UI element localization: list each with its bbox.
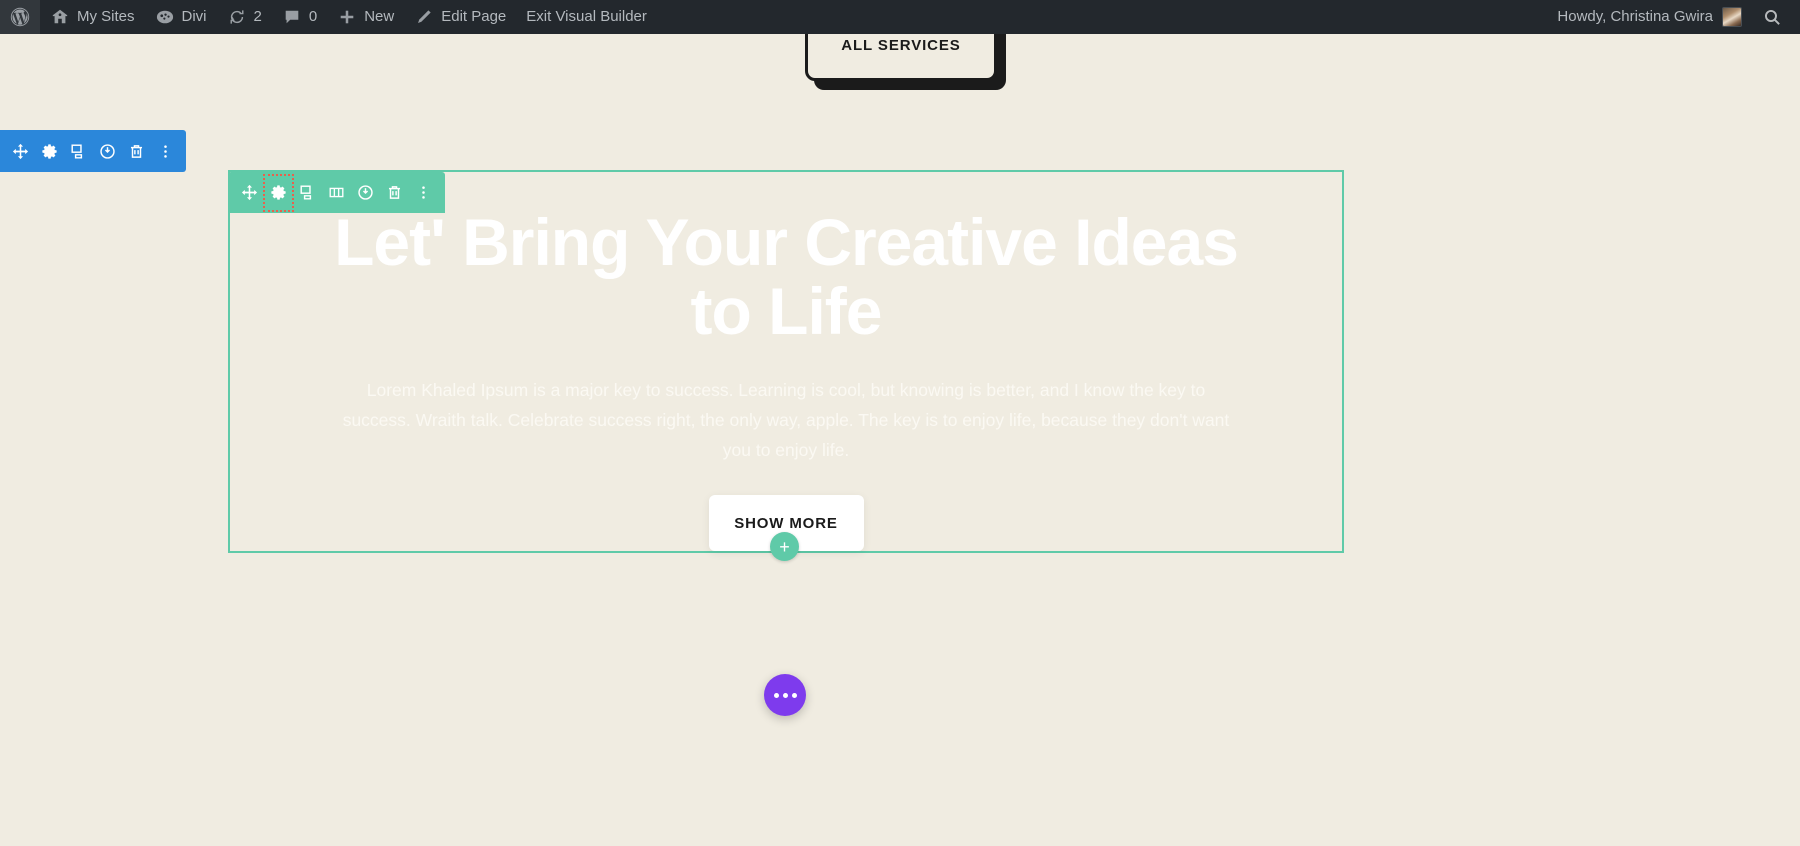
delete-row-button[interactable] <box>380 172 409 213</box>
builder-menu-button[interactable] <box>764 674 806 716</box>
ellipsis-icon-dot-3 <box>791 692 797 698</box>
adminbar-comments[interactable]: 0 <box>272 0 327 34</box>
adminbar-edit-page-label: Edit Page <box>441 8 507 25</box>
adminbar-my-account[interactable]: Howdy, Christina Gwira <box>1547 0 1752 34</box>
comment-icon <box>282 7 302 27</box>
duplicate-row-button[interactable] <box>293 172 322 213</box>
divi-icon <box>155 7 175 27</box>
adminbar-my-sites-label: My Sites <box>77 8 135 25</box>
adminbar-new-content[interactable]: New <box>327 0 404 34</box>
adminbar-my-sites[interactable]: My Sites <box>40 0 145 34</box>
adminbar-updates[interactable]: 2 <box>217 0 272 34</box>
visual-builder-canvas: ALL SERVICES Let' Bring Your Creative Id… <box>0 34 1800 846</box>
all-services-button[interactable]: ALL SERVICES <box>805 34 997 81</box>
all-services-module: ALL SERVICES <box>805 34 1005 81</box>
all-services-button-label: ALL SERVICES <box>841 36 961 54</box>
row-columns-button[interactable] <box>322 172 351 213</box>
wordpress-icon <box>10 7 30 27</box>
adminbar-comments-count: 0 <box>308 8 318 25</box>
ellipsis-icon-dot-1 <box>773 692 779 698</box>
wordpress-admin-bar: My Sites Divi 2 0 New Edit Page Exit Vis… <box>0 0 1800 34</box>
adminbar-search-button[interactable] <box>1752 0 1792 34</box>
section-settings-button[interactable] <box>35 131 64 172</box>
adminbar-new-label: New <box>364 8 395 25</box>
section-more-options-button[interactable] <box>151 131 180 172</box>
hero-subtitle: Lorem Khaled Ipsum is a major key to suc… <box>342 379 1230 461</box>
search-icon <box>1762 7 1782 27</box>
adminbar-exit-visual-builder-label: Exit Visual Builder <box>526 8 647 25</box>
row-more-options-button[interactable] <box>409 172 438 213</box>
adminbar-howdy-label: Howdy, Christina Gwira <box>1557 8 1713 25</box>
ellipsis-icon-dot-2 <box>782 692 788 698</box>
disable-row-button[interactable] <box>351 172 380 213</box>
add-row-plus-icon: + <box>779 536 790 557</box>
adminbar-edit-page[interactable]: Edit Page <box>404 0 516 34</box>
disable-section-button[interactable] <box>93 131 122 172</box>
adminbar-divi[interactable]: Divi <box>145 0 217 34</box>
section-toolbar <box>0 130 186 172</box>
move-section-handle[interactable] <box>6 131 35 172</box>
update-icon <box>227 7 247 27</box>
delete-section-button[interactable] <box>122 131 151 172</box>
row-settings-button[interactable] <box>263 173 294 212</box>
adminbar-right-group: Howdy, Christina Gwira <box>1547 0 1792 34</box>
adminbar-exit-visual-builder[interactable]: Exit Visual Builder <box>516 0 657 34</box>
pencil-icon <box>414 7 434 27</box>
row-toolbar <box>228 172 445 213</box>
duplicate-section-button[interactable] <box>64 131 93 172</box>
builder-row-outline[interactable]: Let' Bring Your Creative Ideas to Life L… <box>228 170 1344 553</box>
adminbar-updates-count: 2 <box>253 8 262 25</box>
page-title: Let' Bring Your Creative Ideas to Life <box>334 205 1239 349</box>
hero-content: Let' Bring Your Creative Ideas to Life L… <box>230 172 1342 551</box>
sites-icon <box>50 7 70 27</box>
move-row-handle[interactable] <box>235 172 264 213</box>
avatar <box>1722 7 1742 27</box>
adminbar-wp-logo[interactable] <box>0 0 40 34</box>
add-row-button[interactable]: + <box>770 532 799 561</box>
adminbar-divi-label: Divi <box>181 8 207 25</box>
plus-icon <box>337 7 357 27</box>
